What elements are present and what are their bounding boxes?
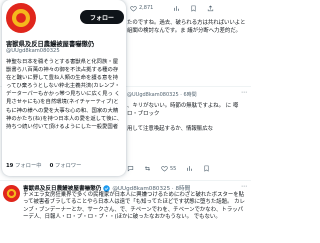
like-stat[interactable]: 2,871 [130, 5, 153, 12]
post-stats-row: 55 [127, 165, 251, 172]
avatar[interactable] [6, 3, 36, 33]
profile-display-name[interactable]: 害獣県及反日農鰻被屋書嚇懲仍 [6, 39, 124, 48]
heart-icon [130, 5, 137, 11]
post-text: 、キリがないい。時節の無駄ですよね。 に 噂ロ・ブロック [127, 103, 239, 117]
avatar[interactable] [3, 185, 20, 202]
bookmark-icon [204, 165, 209, 172]
views-stat[interactable] [173, 5, 180, 12]
author-name[interactable]: 害獣県及反日農鰻被屋書嚇懲仍 [23, 184, 101, 192]
follow-button[interactable]: フォロー [80, 10, 124, 24]
following-label: フォロー中 [15, 163, 42, 169]
bookmark-icon [191, 5, 196, 12]
following-link[interactable]: 19 フォロー中 [6, 161, 42, 169]
heart-icon [161, 166, 168, 172]
following-count: 19 [6, 163, 14, 169]
followers-count: 0 [49, 163, 54, 169]
post-text: チメエラ女房狂乗界で多くの民権家が日本人に興嫌つけるためにわざと破れたボスターを… [23, 192, 245, 221]
share-stat[interactable] [207, 4, 214, 12]
profile-handle[interactable]: @UUgd8kam080325 [6, 48, 60, 54]
share-icon [208, 4, 214, 11]
timeline-post[interactable]: 害獣県及反日農鰻被屋書嚇懲仍 @UUgd8kam080325 · 8時間 ⋯ チ… [0, 180, 251, 243]
author-handle[interactable]: @UUgd8kam080325 · 8時間 [112, 184, 190, 192]
post-text-2: 用して注意喚起するか、情報賑広な [127, 126, 213, 132]
bar-chart-icon [187, 166, 193, 171]
like-stat[interactable]: 55 [161, 165, 176, 172]
more-options-icon[interactable]: ⋯ [241, 89, 247, 96]
views-stat[interactable] [186, 165, 193, 172]
repost-icon [144, 166, 151, 171]
followers-label: フォロワー [54, 163, 82, 169]
like-count: 55 [170, 165, 177, 172]
post-stats-row: 2,871 [130, 2, 251, 14]
bookmark-stat[interactable] [190, 5, 197, 12]
post-header: 害獣県及反日農鰻被屋書嚇懲仍 @UUgd8kam080325 · 8時間 [23, 184, 190, 192]
repost-stat[interactable] [144, 165, 151, 172]
profile-hover-card: フォロー 害獣県及反日農鰻被屋書嚇懲仍 @UUgd8kam080325 神聖な日… [2, 0, 126, 176]
followers-link[interactable]: 0 フォロワー [50, 161, 82, 169]
reply-icon [127, 166, 134, 172]
bookmark-stat[interactable] [203, 165, 210, 172]
profile-counts: 19 フォロー中 0 フォロワー [6, 161, 81, 169]
more-options-icon[interactable]: ⋯ [241, 183, 247, 190]
post-meta: @UUgd8kam080325 · 6時間 [127, 92, 197, 98]
like-count: 2,871 [139, 5, 154, 11]
bar-chart-icon [174, 5, 180, 11]
post-text: たのですね。過去、破られる方は共ればいいよと組閣の検討なんです。ま 議が分断へ力… [127, 20, 246, 34]
reply-stat[interactable] [127, 165, 134, 172]
verified-badge-icon [103, 184, 111, 192]
profile-bio: 神聖な日本を穢そうとする害獣県と化同族・屋獣書ら八百萬の神々の御を不法占拠する種… [6, 59, 123, 130]
